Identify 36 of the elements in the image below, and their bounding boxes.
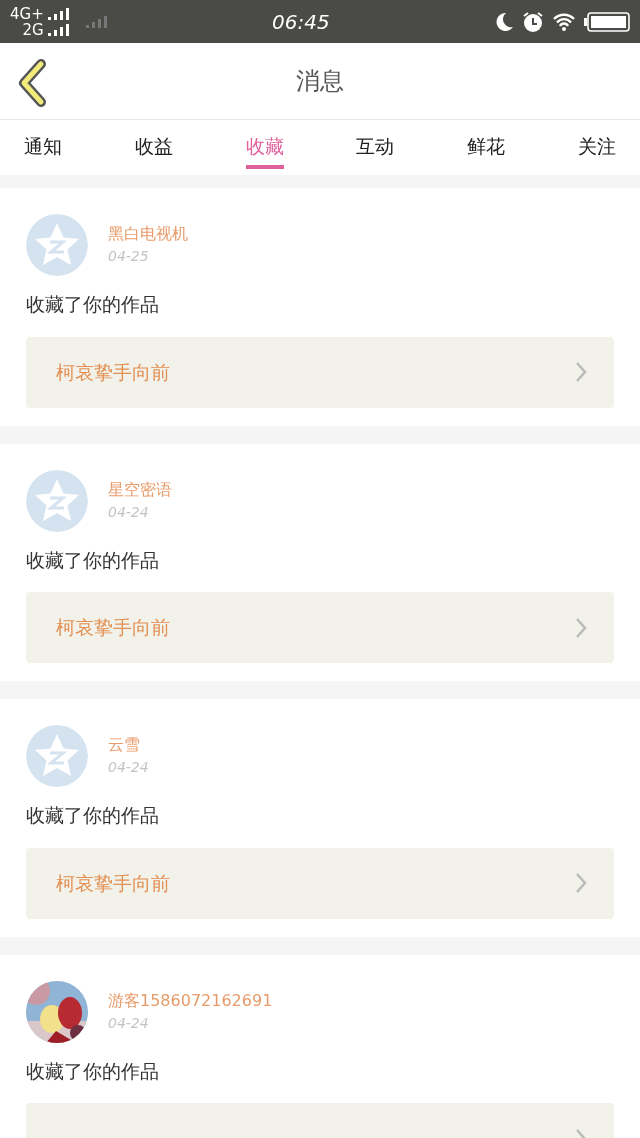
user-name[interactable]: 星空密语: [108, 477, 172, 502]
avatar-icon: [26, 725, 88, 787]
message-date: 04-25: [108, 247, 150, 266]
wifi-icon: [552, 11, 576, 32]
message-date: 04-24: [108, 502, 150, 522]
tab[interactable]: 鲜花: [467, 126, 506, 169]
action-text: 收藏了你的作品: [26, 803, 160, 828]
action-text: 收藏了你的作品: [26, 547, 160, 573]
message-date: 04-24: [108, 758, 149, 777]
chevron-right-icon: [574, 871, 588, 895]
action-text: 收藏了你的作品: [26, 292, 160, 317]
avatar-icon: [26, 469, 88, 532]
work-link[interactable]: 柯哀挚手向前: [26, 336, 614, 408]
signal-icon: [47, 7, 70, 20]
tab[interactable]: 关注: [578, 126, 616, 169]
network-label: 4G+: [10, 5, 44, 22]
user-name[interactable]: 云雪: [108, 733, 149, 757]
signal-icon: [47, 23, 70, 36]
user-name[interactable]: 游客1586072162691: [108, 988, 273, 1013]
alarm-icon: [522, 10, 544, 33]
battery-icon: [584, 10, 630, 33]
clock: 06:45: [272, 8, 330, 36]
tab[interactable]: 互动: [356, 126, 395, 169]
avatar-icon: [26, 214, 88, 276]
message-date: 04-24: [108, 1013, 150, 1033]
back-icon[interactable]: [16, 59, 48, 107]
tab[interactable]: 收藏: [245, 126, 284, 169]
tab[interactable]: 通知: [24, 126, 62, 169]
page-title: 消息: [296, 66, 344, 97]
chevron-right-icon: [574, 360, 588, 384]
action-text: 收藏了你的作品: [26, 1058, 160, 1084]
work-link[interactable]: 柯哀挚手向前: [26, 847, 614, 919]
tab[interactable]: 收益: [134, 126, 173, 169]
network-label: 2G: [22, 21, 44, 38]
user-name[interactable]: 黑白电视机: [108, 222, 188, 246]
work-link[interactable]: 柯哀挚手向前: [26, 592, 614, 663]
